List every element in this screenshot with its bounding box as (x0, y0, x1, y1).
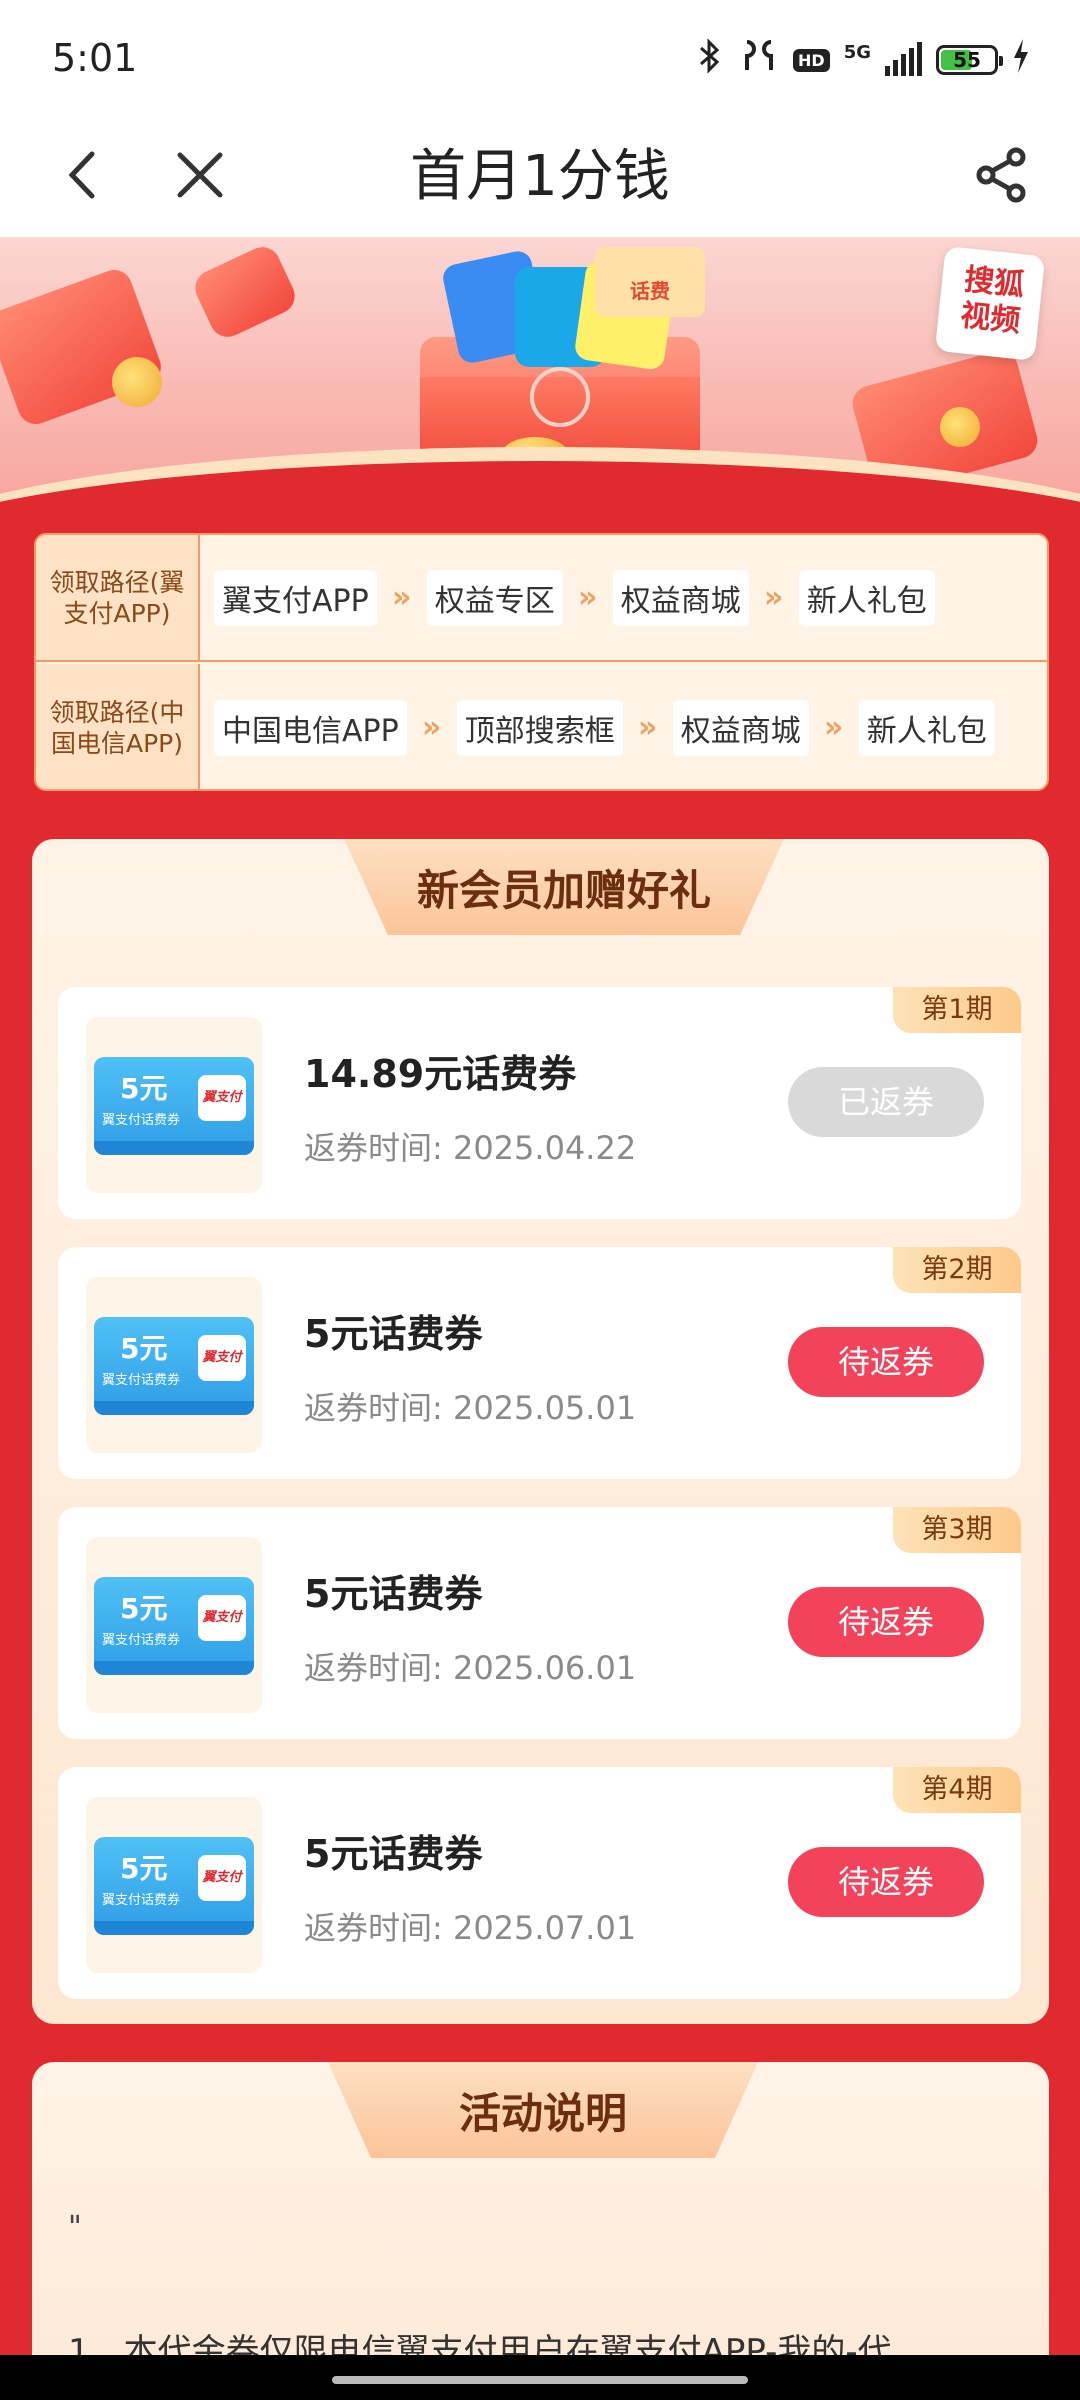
route-step: 新人礼包 (858, 699, 995, 756)
coupon-status-button[interactable]: 待返券 (788, 1327, 984, 1397)
route-header: 领取路径(中国电信APP) (36, 664, 200, 789)
coupon-date: 返券时间: 2025.07.01 (304, 1909, 637, 1947)
coupon-item: 第4期 5元 翼支付话费券 翼支付 5元话费券 返券时间: 2025.07.01… (58, 1767, 1021, 1999)
route-step: 权益专区 (426, 569, 563, 626)
coupon-title: 5元话费券 (304, 1832, 483, 1876)
coupon-thumbnail: 5元 翼支付话费券 翼支付 (86, 1797, 262, 1973)
charging-icon (1012, 39, 1030, 81)
hd-icon: HD (793, 48, 830, 72)
coupon-thumb-label: 翼支付话费券 (102, 1633, 181, 1648)
share-icon (976, 147, 1026, 203)
sohu-video-logo: 搜狐视频 (934, 246, 1046, 361)
coupon-thumb-amount: 5元 (120, 1592, 168, 1625)
double-chevron-right-icon: » (638, 710, 658, 745)
status-time: 5:01 (52, 36, 138, 80)
bestpay-logo: 翼支付 (198, 1595, 246, 1641)
double-chevron-right-icon: » (392, 580, 412, 615)
route-steps: 中国电信APP » 顶部搜索框 » 权益商城 » 新人礼包 (200, 664, 1047, 789)
section-title: 新会员加赠好礼 (344, 839, 784, 935)
coupon-thumb-amount: 5元 (120, 1072, 168, 1105)
double-chevron-right-icon: » (578, 580, 598, 615)
coupon-thumb-label: 翼支付话费券 (102, 1113, 181, 1128)
coupon-status-button[interactable]: 待返券 (788, 1587, 984, 1657)
route-header: 领取路径(翼支付APP) (36, 535, 200, 660)
route-step: 顶部搜索框 (456, 699, 623, 756)
period-badge: 第4期 (893, 1767, 1021, 1813)
home-indicator[interactable] (332, 2376, 748, 2384)
status-icons: HD 5G 55 (695, 38, 1030, 82)
period-badge: 第2期 (893, 1247, 1021, 1293)
phone-bill-card: 话费 (595, 247, 705, 317)
hero-banner: 话费 搜狐视频 (0, 237, 1080, 527)
telecom-logo-icon (530, 367, 590, 427)
bluetooth-icon (695, 38, 725, 82)
coupon-date: 返券时间: 2025.04.22 (304, 1129, 637, 1167)
coupon-thumb-amount: 5元 (120, 1852, 168, 1885)
nav-bar: 首月1分钱 (0, 115, 1080, 237)
double-chevron-right-icon: » (422, 710, 442, 745)
route-step: 权益商城 (612, 569, 749, 626)
coupon-status-button[interactable]: 待返券 (788, 1847, 984, 1917)
double-chevron-right-icon: » (764, 580, 784, 615)
route-steps: 翼支付APP » 权益专区 » 权益商城 » 新人礼包 (200, 535, 1047, 660)
coupon-thumbnail: 5元 翼支付话费券 翼支付 (86, 1017, 262, 1193)
route-step: 翼支付APP (214, 569, 377, 626)
route-row: 领取路径(翼支付APP) 翼支付APP » 权益专区 » 权益商城 » 新人礼包 (36, 535, 1047, 662)
coin-decoration (112, 357, 162, 407)
bestpay-logo: 翼支付 (198, 1335, 246, 1381)
coupon-thumb-label: 翼支付话费券 (102, 1373, 181, 1388)
coupon-item: 第3期 5元 翼支付话费券 翼支付 5元话费券 返券时间: 2025.06.01… (58, 1507, 1021, 1739)
route-step: 新人礼包 (798, 569, 935, 626)
signal-icon (885, 42, 922, 76)
period-badge: 第1期 (893, 987, 1021, 1033)
coupon-title: 5元话费券 (304, 1572, 483, 1616)
claim-route-table: 领取路径(翼支付APP) 翼支付APP » 权益专区 » 权益商城 » 新人礼包… (34, 533, 1049, 791)
period-badge: 第3期 (893, 1507, 1021, 1553)
route-row: 领取路径(中国电信APP) 中国电信APP » 顶部搜索框 » 权益商城 » 新… (36, 664, 1047, 789)
section-title: 活动说明 (328, 2062, 758, 2158)
route-step: 权益商城 (672, 699, 809, 756)
coupon-date: 返券时间: 2025.06.01 (304, 1649, 637, 1687)
member-gift-panel: 新会员加赠好礼 第1期 5元 翼支付话费券 翼支付 14.89元话费券 返券时间… (32, 839, 1049, 2024)
status-bar: 5:01 HD 5G 55 (0, 0, 1080, 115)
battery-level: 55 (953, 48, 981, 72)
route-step: 中国电信APP (214, 699, 407, 756)
description-quote: " (68, 2210, 82, 2245)
earbuds-icon (739, 38, 779, 82)
bestpay-logo: 翼支付 (198, 1075, 246, 1121)
double-chevron-right-icon: » (824, 710, 844, 745)
coupon-date: 返券时间: 2025.05.01 (304, 1389, 637, 1427)
coupon-item: 第1期 5元 翼支付话费券 翼支付 14.89元话费券 返券时间: 2025.0… (58, 987, 1021, 1219)
page-title: 首月1分钱 (410, 144, 670, 209)
coupon-thumb-amount: 5元 (120, 1332, 168, 1365)
red-envelope-decoration (189, 241, 301, 343)
coupon-thumbnail: 5元 翼支付话费券 翼支付 (86, 1537, 262, 1713)
coupon-title: 5元话费券 (304, 1312, 483, 1356)
bestpay-logo: 翼支付 (198, 1855, 246, 1901)
network-5g-icon: 5G (843, 41, 871, 63)
coupon-status-button[interactable]: 已返券 (788, 1067, 984, 1137)
battery-icon: 55 (936, 45, 1003, 75)
share-button[interactable] (962, 135, 1042, 215)
coupon-title: 14.89元话费券 (304, 1052, 577, 1096)
coupon-thumbnail: 5元 翼支付话费券 翼支付 (86, 1277, 262, 1453)
activity-description-panel: 活动说明 " 1、本代金券仅限电信翼支付用户在翼支付APP-我的-代 (32, 2062, 1049, 2400)
coin-decoration (940, 407, 980, 447)
coupon-item: 第2期 5元 翼支付话费券 翼支付 5元话费券 返券时间: 2025.05.01… (58, 1247, 1021, 1479)
coupon-thumb-label: 翼支付话费券 (102, 1893, 181, 1908)
